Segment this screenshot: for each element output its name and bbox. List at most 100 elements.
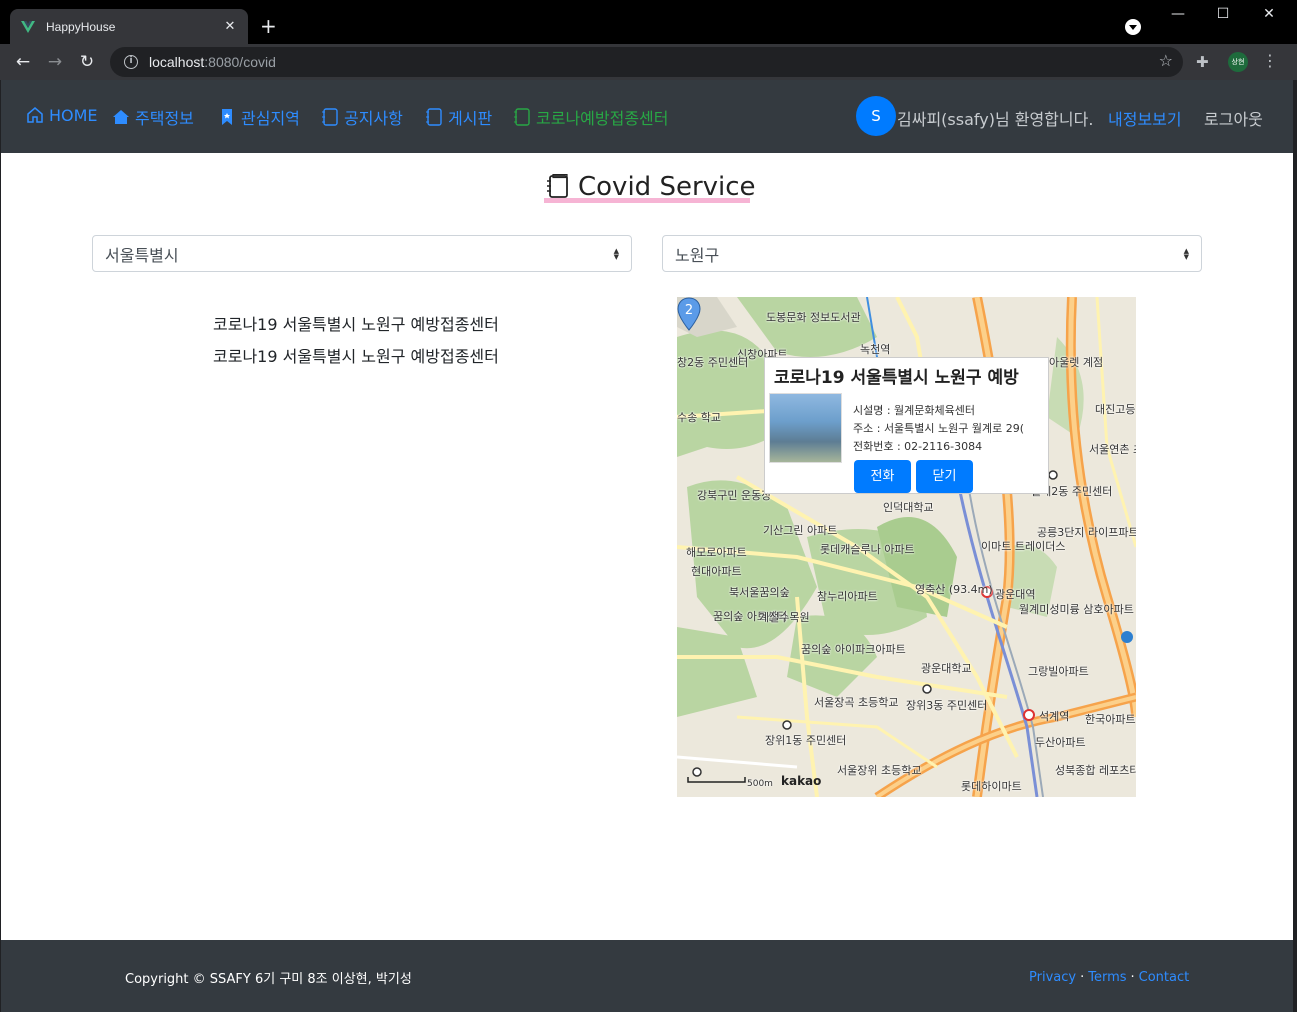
map-label: 롯데하이마트: [961, 780, 1022, 793]
map-label: 월계미성미륭 삼호아파트: [1019, 603, 1134, 616]
notebook-icon: [547, 174, 568, 198]
map-label: 참누리아파트: [817, 590, 878, 603]
nav-notice-label: 공지사항: [344, 109, 403, 128]
list-item[interactable]: 코로나19 서울특별시 노원구 예방접종센터: [213, 314, 499, 346]
map-label: 계절수목원: [759, 611, 810, 624]
map-label: 이마트 트레이더스: [981, 540, 1066, 553]
address-bar[interactable]: i localhost:8080/covid ☆: [110, 47, 1183, 77]
map-label: 그랑빌아파트: [1028, 665, 1089, 678]
nav-home-label: HOME: [49, 105, 98, 125]
select-arrows-icon: ▲ ▼: [613, 246, 619, 261]
map-marker-icon[interactable]: 2: [677, 297, 701, 331]
map-label: 성북종합 레포츠타운: [1055, 764, 1136, 777]
notebook-icon: [322, 108, 338, 126]
map-label: 한국아파트: [1085, 713, 1136, 726]
nav-home[interactable]: HOME: [25, 105, 98, 125]
facility-name: 시설명 : 월계문화체육센터: [853, 404, 976, 417]
map-label: 광운대학교: [921, 662, 972, 675]
nav-house-info[interactable]: 주택정보: [111, 105, 194, 129]
scale-bar-icon: [687, 777, 746, 783]
map-label: 강북구민 운동장: [697, 489, 772, 502]
profile-avatar[interactable]: 상현: [1228, 52, 1248, 72]
close-info-button[interactable]: 닫기: [916, 460, 973, 493]
map-label: 장위3동 주민센터: [906, 699, 988, 712]
app-navbar: HOME 주택정보 관심지역 공지사항 게시판 코로나예방접종센터 S 김싸피(…: [1, 80, 1293, 153]
list-item[interactable]: 코로나19 서울특별시 노원구 예방접종센터: [213, 346, 499, 378]
user-avatar: S: [856, 96, 896, 136]
info-window-title: 코로나19 서울특별시 노원구 예방: [774, 368, 1019, 388]
nav-vaccine-center[interactable]: 코로나예방접종센터: [512, 105, 668, 129]
page: HOME 주택정보 관심지역 공지사항 게시판 코로나예방접종센터 S 김싸피(…: [1, 80, 1293, 1012]
separator: ·: [1080, 970, 1085, 985]
city-select-value: 서울특별시: [105, 245, 179, 265]
welcome-text: 김싸피(ssafy)님 환영합니다.: [897, 110, 1094, 129]
footer: Copyright © SSAFY 6기 구미 8조 이상현, 박기성 Priv…: [1, 940, 1293, 1012]
map-label: 창2동 주민센터: [677, 356, 749, 369]
marker-number: 2: [685, 303, 693, 318]
terms-link[interactable]: Terms: [1088, 970, 1126, 985]
map-label: 서울장위 초등학교: [837, 764, 922, 777]
chrome-media-icon[interactable]: [1125, 19, 1141, 35]
tab-close-icon[interactable]: ✕: [222, 19, 238, 34]
copyright: Copyright © SSAFY 6기 구미 8조 이상현, 박기성: [125, 972, 412, 987]
map-label: 기산그린 아파트: [763, 524, 838, 537]
map-label: 현대아파트: [691, 565, 742, 578]
map-label: 서울장곡 초등학교: [814, 696, 899, 709]
bookmark-icon: [222, 109, 232, 125]
facility-address: 주소 : 서울특별시 노원구 월계로 29(: [853, 422, 1025, 435]
tab-title: HappyHouse: [46, 19, 116, 34]
map-label: 공릉3단지 라이프파트: [1037, 526, 1136, 539]
facility-photo: [769, 393, 842, 463]
bookmark-star-icon[interactable]: ☆: [1159, 51, 1173, 70]
map-label: 석계역: [1039, 710, 1070, 723]
home-icon: [27, 107, 43, 123]
new-tab-icon[interactable]: +: [260, 14, 277, 38]
forward-icon[interactable]: →: [44, 52, 66, 72]
footer-links: Privacy · Terms · Contact: [1029, 970, 1189, 985]
map-label: 대진고등: [1095, 403, 1136, 416]
contact-link[interactable]: Contact: [1139, 970, 1190, 985]
site-info-icon[interactable]: i: [124, 55, 138, 69]
extensions-icon[interactable]: ✚: [1196, 53, 1209, 71]
nav-board[interactable]: 게시판: [424, 105, 492, 129]
map-label: 서울연촌 초등학교: [1089, 443, 1136, 456]
url-host: localhost: [149, 54, 205, 70]
notebook-icon: [426, 108, 442, 126]
map-info-window: 코로나19 서울특별시 노원구 예방 시설명 : 월계문화체육센터 주소 : 서…: [764, 357, 1049, 494]
separator: ·: [1130, 970, 1135, 985]
vue-logo-icon: [21, 20, 35, 33]
maximize-icon[interactable]: ☐: [1200, 6, 1246, 22]
logout-link[interactable]: 로그아웃: [1204, 106, 1263, 130]
menu-kebab-icon[interactable]: ⋮: [1262, 51, 1278, 70]
call-button[interactable]: 전화: [854, 460, 911, 493]
facility-phone: 전화번호 : 02-2116-3084: [853, 440, 983, 453]
nav-interest-area[interactable]: 관심지역: [217, 105, 300, 129]
city-select[interactable]: 서울특별시 ▲ ▼: [92, 235, 632, 272]
back-icon[interactable]: ←: [12, 52, 34, 72]
center-list: 코로나19 서울특별시 노원구 예방접종센터 코로나19 서울특별시 노원구 예…: [213, 314, 499, 378]
district-select-value: 노원구: [675, 245, 720, 265]
map-label: 수송 학교: [677, 411, 721, 424]
minimize-icon[interactable]: —: [1155, 6, 1201, 22]
district-select[interactable]: 노원구 ▲ ▼: [662, 235, 1202, 272]
map-label: 장위1동 주민센터: [765, 734, 847, 747]
map-label: 영축산 (93.4m): [915, 583, 993, 596]
nav-notice[interactable]: 공지사항: [320, 105, 403, 129]
browser-titlebar: HappyHouse ✕ + — ☐ ✕: [0, 0, 1297, 44]
kakao-logo: kakao: [781, 774, 822, 788]
my-info-link[interactable]: 내정보보기: [1108, 106, 1182, 130]
map-label: 해모로아파트: [686, 546, 747, 559]
kakao-map[interactable]: 도봉문화 정보도서관 녹천역 신창아파트 창2동 주민센터 수송 학교 강북구민…: [677, 297, 1136, 797]
map-scale-label: 500m: [747, 779, 773, 789]
map-label: 인덕대학교: [883, 501, 934, 514]
nav-vaccine-center-label: 코로나예방접종센터: [536, 109, 669, 128]
house-icon: [113, 110, 129, 124]
nav-interest-area-label: 관심지역: [241, 109, 300, 128]
nav-house-info-label: 주택정보: [135, 109, 194, 128]
notebook-icon: [514, 108, 530, 126]
reload-icon[interactable]: ↻: [76, 52, 98, 72]
privacy-link[interactable]: Privacy: [1029, 970, 1076, 985]
window-close-icon[interactable]: ✕: [1246, 6, 1292, 22]
browser-tab[interactable]: HappyHouse ✕: [10, 9, 248, 44]
page-title: Covid Service: [544, 172, 756, 202]
